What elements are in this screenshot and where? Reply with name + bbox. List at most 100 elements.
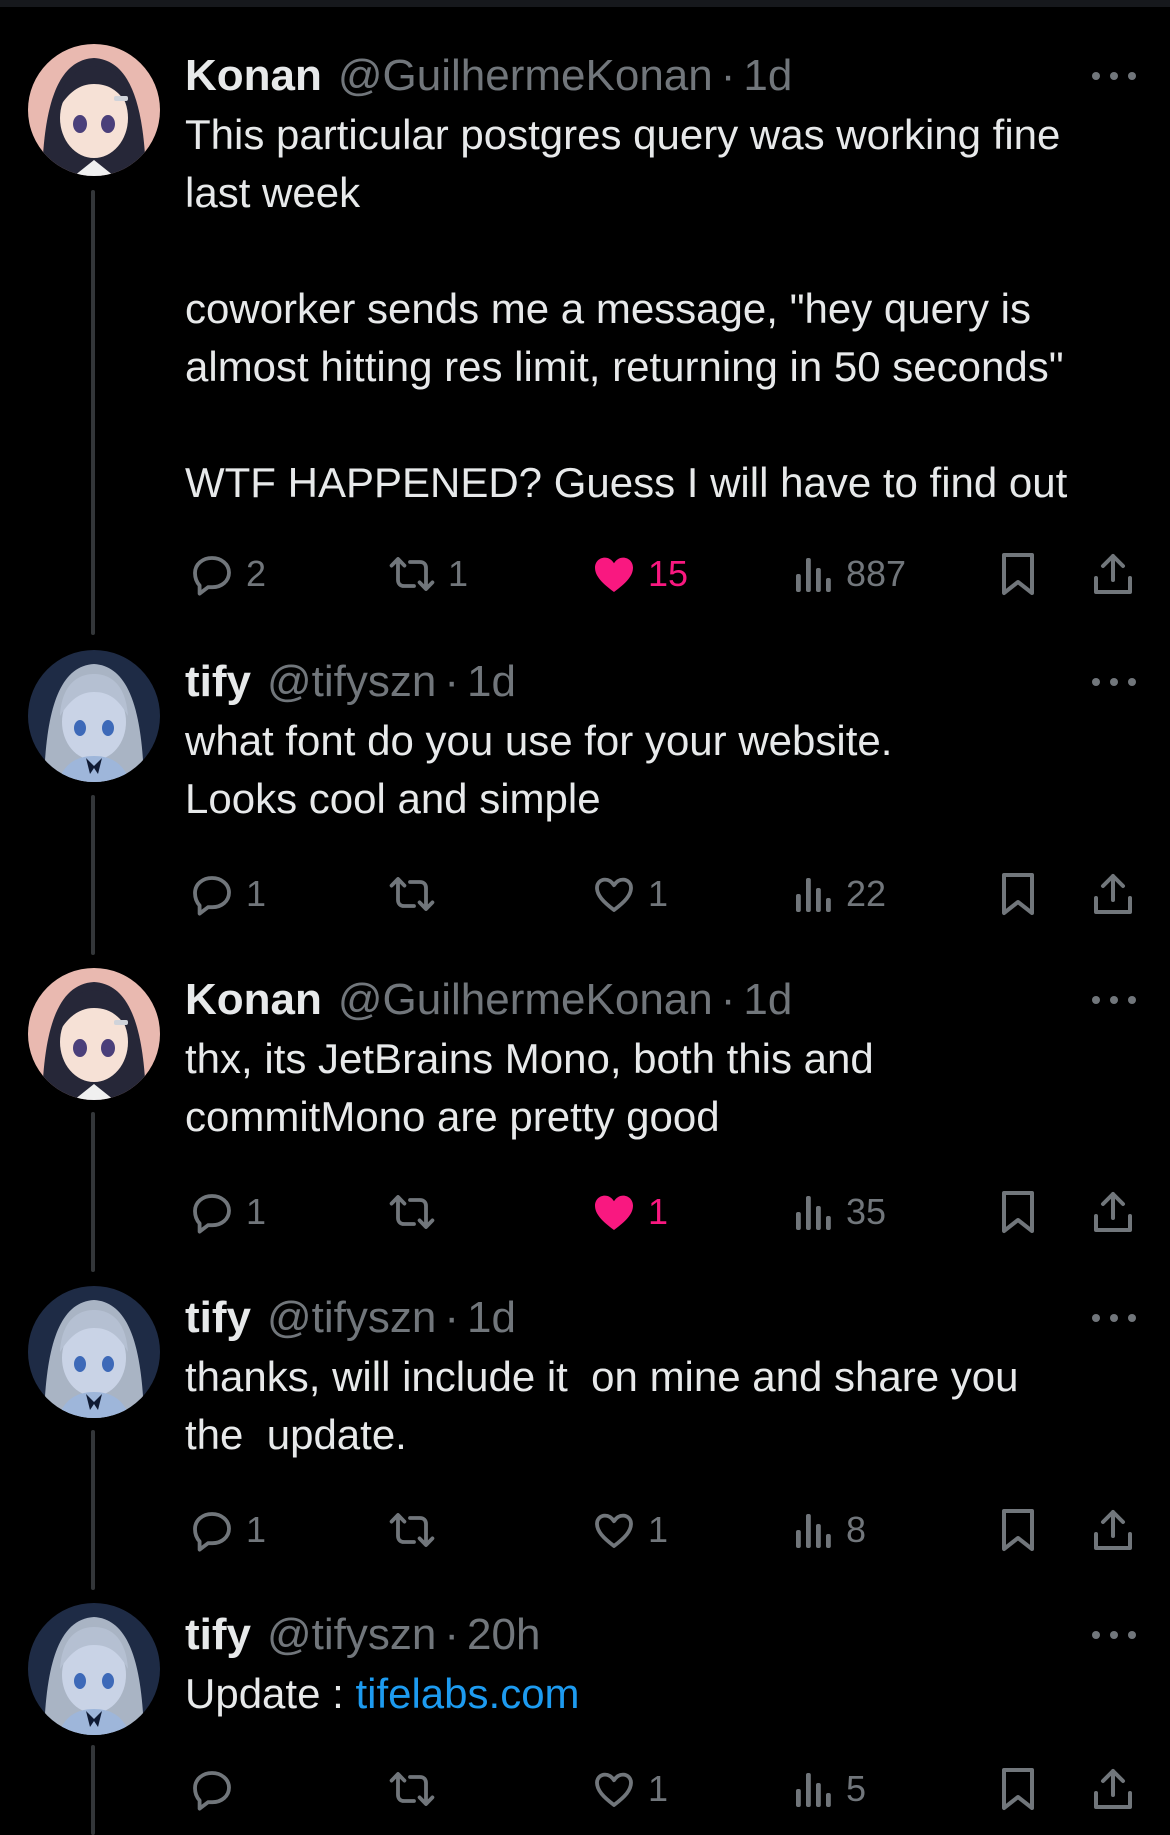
view-count: 8 <box>846 1509 867 1550</box>
timestamp[interactable]: 1d <box>467 654 516 710</box>
bookmark-button[interactable] <box>996 864 1040 924</box>
like-button[interactable]: 1 <box>590 1182 668 1242</box>
repost-icon <box>389 1772 435 1806</box>
more-dot-icon <box>1110 1314 1118 1322</box>
bookmark-button[interactable] <box>996 544 1040 604</box>
views-button[interactable]: 5 <box>792 1759 866 1819</box>
reply-count: 2 <box>246 553 267 594</box>
share-icon <box>1094 554 1132 594</box>
more-dot-icon <box>1128 1631 1136 1639</box>
reply-button[interactable] <box>188 1759 246 1819</box>
tweet-header: Konan @GuilhermeKonan · 1d <box>185 972 792 1028</box>
bookmark-button[interactable] <box>996 1182 1040 1242</box>
views-button[interactable]: 22 <box>792 864 886 924</box>
reply-button[interactable]: 1 <box>188 1182 266 1242</box>
views-icon <box>796 1196 831 1230</box>
like-button[interactable]: 1 <box>590 864 668 924</box>
repost-icon <box>389 877 435 911</box>
reply-icon <box>193 1771 231 1811</box>
more-dot-icon <box>1092 678 1100 686</box>
repost-button[interactable] <box>386 1500 448 1560</box>
repost-button[interactable] <box>386 1182 448 1242</box>
more-dot-icon <box>1110 1631 1118 1639</box>
like-count: 15 <box>648 553 689 594</box>
share-button[interactable] <box>1090 544 1136 604</box>
heart-filled-icon <box>595 557 633 592</box>
like-button[interactable]: 1 <box>590 1759 668 1819</box>
views-button[interactable]: 8 <box>792 1500 866 1560</box>
display-name[interactable]: tify <box>185 1290 251 1346</box>
avatar[interactable] <box>28 44 160 176</box>
tweet[interactable]: tify @tifyszn · 1d what font do you use … <box>0 650 1170 930</box>
views-icon <box>796 878 831 912</box>
tweet-text: Update : tifelabs.com <box>185 1665 1155 1723</box>
views-button[interactable]: 35 <box>792 1182 886 1242</box>
user-handle[interactable]: @tifyszn <box>267 1290 436 1346</box>
user-handle[interactable]: @GuilhermeKonan <box>338 48 713 104</box>
more-options-button[interactable] <box>1092 64 1136 88</box>
avatar[interactable] <box>28 968 160 1100</box>
tweet[interactable]: tify @tifyszn · 1d thanks, will include … <box>0 1286 1170 1566</box>
repost-icon <box>389 557 435 591</box>
display-name[interactable]: Konan <box>185 972 322 1028</box>
more-dot-icon <box>1110 996 1118 1004</box>
reply-icon <box>193 1194 231 1234</box>
reply-button[interactable]: 1 <box>188 864 266 924</box>
share-button[interactable] <box>1090 864 1136 924</box>
tweet[interactable]: Konan @GuilhermeKonan · 1d thx, its JetB… <box>0 968 1170 1248</box>
reply-count: 1 <box>246 1509 267 1550</box>
timestamp[interactable]: 1d <box>743 48 792 104</box>
reply-button[interactable]: 2 <box>188 544 266 604</box>
display-name[interactable]: tify <box>185 1607 251 1663</box>
views-button[interactable]: 887 <box>792 544 906 604</box>
avatar[interactable] <box>28 1286 160 1418</box>
display-name[interactable]: tify <box>185 654 251 710</box>
timestamp[interactable]: 1d <box>467 1290 516 1346</box>
bookmark-button[interactable] <box>996 1500 1040 1560</box>
share-button[interactable] <box>1090 1182 1136 1242</box>
more-dot-icon <box>1110 72 1118 80</box>
repost-icon <box>389 1195 435 1229</box>
reply-button[interactable]: 1 <box>188 1500 266 1560</box>
timestamp[interactable]: 20h <box>467 1607 540 1663</box>
bookmark-button[interactable] <box>996 1759 1040 1819</box>
display-name[interactable]: Konan <box>185 48 322 104</box>
like-count: 1 <box>648 873 669 914</box>
top-divider <box>0 0 1170 7</box>
more-options-button[interactable] <box>1092 988 1136 1012</box>
tweet-actions: 1 1 22 <box>0 864 1170 924</box>
tweet-actions: 1 1 35 <box>0 1182 1170 1242</box>
more-options-button[interactable] <box>1092 1306 1136 1330</box>
repost-button[interactable]: 1 <box>386 544 468 604</box>
more-options-button[interactable] <box>1092 1623 1136 1647</box>
avatar[interactable] <box>28 1603 160 1735</box>
repost-button[interactable] <box>386 1759 448 1819</box>
bookmark-icon <box>1002 553 1034 595</box>
tweet-text-prefix: Update : <box>185 1670 356 1717</box>
tweet[interactable]: tify @tifyszn · 20h Update : tifelabs.co… <box>0 1603 1170 1833</box>
timestamp[interactable]: 1d <box>743 972 792 1028</box>
user-handle[interactable]: @GuilhermeKonan <box>338 972 713 1028</box>
view-count: 5 <box>846 1768 867 1809</box>
reply-icon <box>193 556 231 596</box>
repost-button[interactable] <box>386 864 448 924</box>
bookmark-icon <box>1002 873 1034 915</box>
separator-dot: · <box>444 1293 460 1342</box>
more-options-button[interactable] <box>1092 670 1136 694</box>
avatar[interactable] <box>28 650 160 782</box>
like-button[interactable]: 15 <box>590 544 688 604</box>
tweet-link[interactable]: tifelabs.com <box>355 1670 579 1717</box>
views-icon <box>796 1773 831 1807</box>
share-button[interactable] <box>1090 1500 1136 1560</box>
view-count: 22 <box>846 873 887 914</box>
reply-count: 1 <box>246 873 267 914</box>
like-count: 1 <box>648 1191 669 1232</box>
heart-filled-icon <box>595 1195 633 1230</box>
share-button[interactable] <box>1090 1759 1136 1819</box>
user-handle[interactable]: @tifyszn <box>267 654 436 710</box>
user-handle[interactable]: @tifyszn <box>267 1607 436 1663</box>
share-icon <box>1094 1769 1132 1809</box>
more-dot-icon <box>1128 678 1136 686</box>
like-button[interactable]: 1 <box>590 1500 668 1560</box>
tweet[interactable]: Konan @GuilhermeKonan · 1d This particul… <box>0 44 1170 596</box>
